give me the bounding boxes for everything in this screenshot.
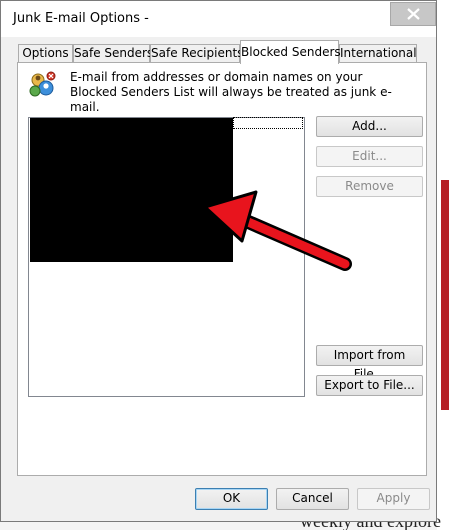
redacted-list-content bbox=[30, 118, 233, 262]
list-focus-rectangle bbox=[233, 117, 303, 129]
window-title: Junk E-mail Options - bbox=[13, 11, 149, 26]
remove-button[interactable]: Remove bbox=[316, 176, 423, 197]
apply-button[interactable]: Apply bbox=[357, 488, 430, 510]
tab-international[interactable]: International bbox=[339, 44, 417, 62]
close-icon bbox=[407, 8, 420, 20]
cancel-button[interactable]: Cancel bbox=[276, 488, 349, 510]
blocked-senders-description: E-mail from addresses or domain names on… bbox=[70, 70, 392, 114]
tab-blocked-senders[interactable]: Blocked Senders bbox=[240, 40, 341, 64]
tab-safe-senders[interactable]: Safe Senders bbox=[73, 44, 153, 62]
background-red-banner bbox=[441, 180, 449, 410]
import-from-file-button[interactable]: Import from File... bbox=[316, 345, 423, 381]
close-button[interactable] bbox=[390, 2, 436, 26]
edit-button[interactable]: Edit... bbox=[316, 146, 423, 167]
tab-options[interactable]: Options bbox=[18, 44, 73, 62]
add-button[interactable]: Add... bbox=[316, 116, 423, 137]
title-bar: Junk E-mail Options - bbox=[1, 1, 436, 37]
blocked-senders-icon bbox=[29, 71, 56, 97]
export-to-file-button[interactable]: Export to File... bbox=[316, 375, 423, 396]
ok-button[interactable]: OK bbox=[195, 488, 268, 510]
tab-safe-recipients[interactable]: Safe Recipients bbox=[150, 44, 243, 62]
